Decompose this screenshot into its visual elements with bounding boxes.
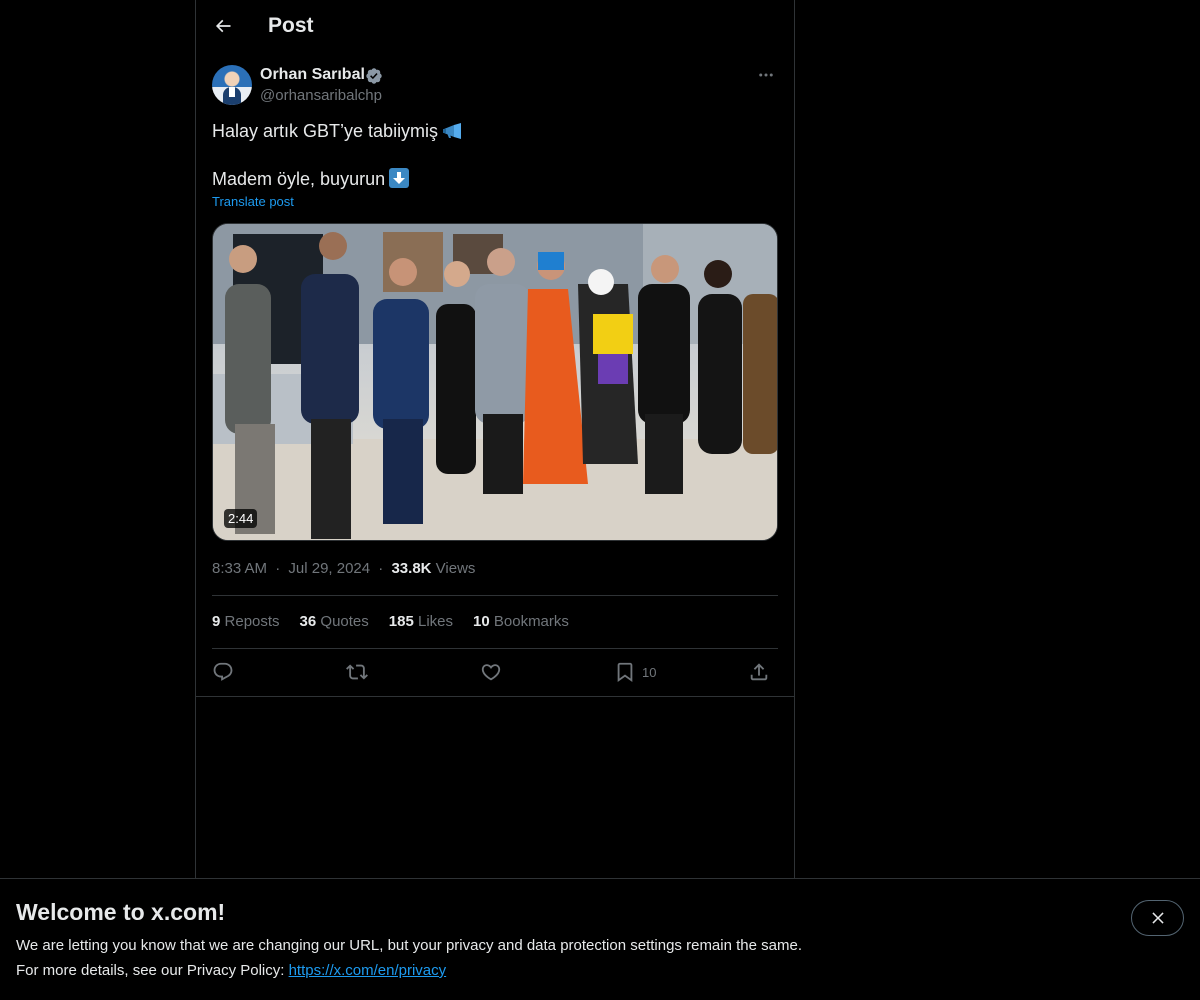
- post-line-1: Halay artık GBT’ye tabiiymiş: [212, 119, 464, 143]
- video-duration: 2:44: [224, 509, 258, 528]
- post-stats: 9 Reposts 36 Quotes 185 Likes 10 Bookmar…: [212, 613, 569, 630]
- post-line-2: Madem öyle, buyurun: [212, 167, 464, 191]
- banner-title: Welcome to x.com!: [16, 899, 226, 925]
- share-icon: [750, 663, 768, 681]
- post-text: Halay artık GBT’ye tabiiymiş Madem öyle,…: [212, 119, 464, 191]
- post-line-1-text: Halay artık GBT’ye tabiiymiş: [212, 121, 439, 141]
- top-bar: Post: [196, 0, 794, 53]
- author-display-name[interactable]: Orhan Sarıbal: [260, 66, 365, 84]
- reply-icon: [213, 662, 233, 681]
- quotes-stat[interactable]: 36 Quotes: [300, 613, 369, 630]
- translate-post-link[interactable]: Translate post: [212, 194, 294, 209]
- video-thumbnail: [213, 224, 777, 540]
- banner-details-text: For more details, see our Privacy Policy…: [16, 962, 289, 979]
- privacy-policy-link[interactable]: https://x.com/en/privacy: [289, 962, 447, 979]
- divider: [212, 595, 778, 596]
- repost-icon: [346, 664, 368, 680]
- share-button[interactable]: [748, 658, 770, 686]
- down-arrow-icon: [389, 168, 410, 194]
- reposts-stat[interactable]: 9 Reposts: [212, 613, 280, 630]
- welcome-banner: Welcome to x.com! We are letting you kno…: [0, 878, 1200, 1000]
- views-label: Views: [435, 560, 476, 577]
- more-icon: [759, 73, 773, 77]
- banner-message: We are letting you know that we are chan…: [16, 937, 802, 954]
- bookmarks-stat[interactable]: 10 Bookmarks: [473, 613, 569, 630]
- reply-button[interactable]: [212, 658, 234, 686]
- repost-button[interactable]: [346, 658, 368, 686]
- post-meta: 8:33 AM · Jul 29, 2024 · 33.8K Views: [212, 560, 475, 577]
- video-player[interactable]: 2:44: [212, 223, 778, 541]
- like-button[interactable]: [480, 658, 502, 686]
- megaphone-icon: [442, 122, 464, 146]
- arrow-left-icon: [215, 19, 231, 33]
- bookmark-count: 10: [642, 664, 657, 680]
- meta-separator: ·: [378, 560, 384, 577]
- bookmark-icon: [617, 662, 633, 683]
- views-count: 33.8K: [391, 560, 432, 577]
- post-line-2-text: Madem öyle, buyurun: [212, 169, 386, 189]
- meta-separator: ·: [275, 560, 281, 577]
- divider: [212, 648, 778, 649]
- banner-details: For more details, see our Privacy Policy…: [16, 962, 446, 979]
- author-handle[interactable]: @orhansaribalchp: [260, 87, 382, 104]
- more-options-button[interactable]: [754, 65, 778, 85]
- banner-close-button[interactable]: [1131, 900, 1184, 936]
- primary-column: Post Orhan Sarıbal @orhansaribalchp Hala…: [195, 0, 795, 880]
- post-date[interactable]: Jul 29, 2024: [288, 560, 370, 577]
- post-author: Orhan Sarıbal @orhansaribalchp: [212, 65, 778, 109]
- action-bar: 10: [212, 658, 778, 686]
- back-button[interactable]: [206, 9, 240, 43]
- heart-icon: [481, 664, 501, 681]
- page-title: Post: [268, 14, 314, 37]
- verified-badge-icon[interactable]: [365, 67, 383, 85]
- likes-stat[interactable]: 185 Likes: [389, 613, 453, 630]
- bookmark-button[interactable]: 10: [614, 658, 656, 686]
- avatar[interactable]: [212, 65, 252, 105]
- close-icon: [1151, 912, 1164, 924]
- post-time[interactable]: 8:33 AM: [212, 560, 267, 577]
- divider: [195, 696, 795, 697]
